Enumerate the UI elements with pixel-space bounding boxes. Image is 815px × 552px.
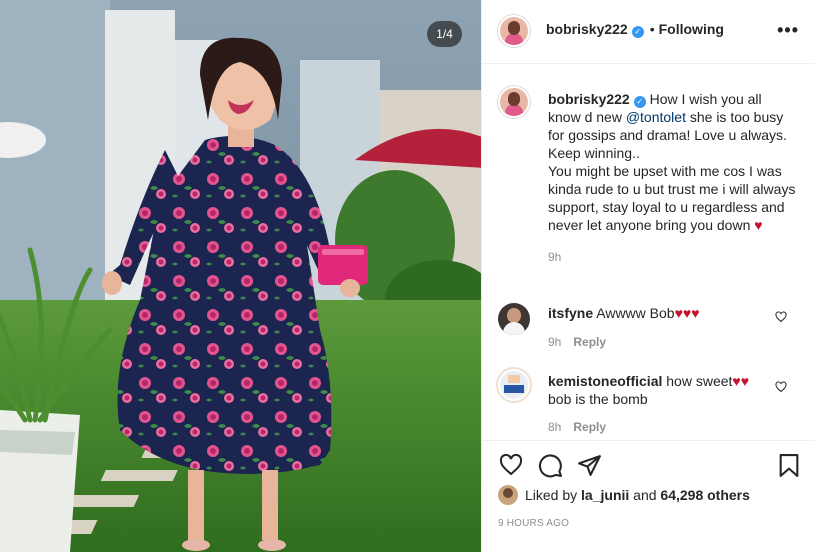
- comment-avatar[interactable]: [496, 367, 532, 403]
- separator-dot: •: [649, 21, 655, 37]
- following-button[interactable]: Following: [659, 21, 724, 37]
- comment-time: 9h: [548, 335, 562, 349]
- post-actions: Liked by la_junii and 64,298 others 9 HO…: [482, 440, 815, 552]
- post-timestamp[interactable]: 9 HOURS AGO: [498, 518, 569, 529]
- caption-text-paragraph-2: You might be upset with me cos I was kin…: [548, 162, 798, 234]
- author-username[interactable]: bobrisky222: [546, 21, 628, 37]
- comment-username[interactable]: itsfyne: [548, 305, 593, 321]
- reply-button[interactable]: Reply: [573, 420, 606, 434]
- author-avatar[interactable]: [498, 15, 530, 47]
- post-header: bobrisky222 ✓ • Following •••: [482, 0, 815, 64]
- comment-item: kemistoneofficial how sweet♥♥ bob is the…: [548, 372, 768, 434]
- comment-body-line-2: bob is the bomb: [548, 391, 648, 407]
- caption-avatar[interactable]: [498, 86, 530, 118]
- comment-username[interactable]: kemistoneofficial: [548, 373, 662, 389]
- comment-time: 8h: [548, 420, 562, 434]
- comment-like-heart-icon[interactable]: [775, 381, 787, 393]
- heart-icon[interactable]: [498, 453, 524, 477]
- share-icon[interactable]: [577, 453, 602, 478]
- comment-like-heart-icon[interactable]: [775, 311, 787, 323]
- caption: bobrisky222 ✓ How I wish you all know d n…: [548, 90, 798, 264]
- likes-summary: Liked by la_junii and 64,298 others: [525, 487, 750, 503]
- caption-text: bobrisky222 ✓ How I wish you all know d n…: [548, 90, 798, 162]
- comment-body: Awwww Bob: [596, 305, 675, 321]
- carousel-counter: 1/4: [427, 21, 462, 47]
- photo-illustration: [0, 0, 481, 552]
- caption-username[interactable]: bobrisky222: [548, 91, 630, 107]
- red-heart-emoji: ♥♥♥: [674, 305, 700, 321]
- verified-badge-icon: ✓: [633, 96, 646, 108]
- liker-username[interactable]: la_junii: [581, 487, 629, 503]
- likes-count-link[interactable]: 64,298 others: [660, 487, 750, 503]
- comment-text: itsfyne Awwww Bob♥♥♥: [548, 304, 768, 322]
- comment-avatar[interactable]: [498, 303, 530, 335]
- comment-text: kemistoneofficial how sweet♥♥: [548, 372, 768, 390]
- comments-section[interactable]: bobrisky222 ✓ How I wish you all know d n…: [482, 65, 815, 440]
- verified-badge-icon: ✓: [631, 26, 644, 38]
- comment-icon[interactable]: [538, 453, 563, 478]
- comment-item: itsfyne Awwww Bob♥♥♥ 9h Reply: [548, 304, 768, 349]
- comment-body: how sweet: [666, 373, 733, 389]
- caption-time: 9h: [548, 250, 562, 264]
- post-side-panel: bobrisky222 ✓ • Following ••• bobrisky222 ✓ …: [481, 0, 815, 552]
- author-line: bobrisky222 ✓ • Following: [546, 21, 724, 38]
- red-heart-emoji: ♥♥: [732, 373, 750, 389]
- likes-prefix: Liked by: [525, 487, 582, 503]
- likes-mid: and: [629, 487, 661, 503]
- reply-button[interactable]: Reply: [573, 335, 606, 349]
- bookmark-icon[interactable]: [778, 453, 800, 478]
- caption-mention-link[interactable]: @tontolet: [626, 109, 686, 125]
- more-options-icon[interactable]: •••: [777, 20, 799, 41]
- liker-avatar[interactable]: [498, 485, 518, 505]
- red-heart-emoji: ♥: [754, 217, 763, 233]
- post-photo[interactable]: 1/4: [0, 0, 481, 552]
